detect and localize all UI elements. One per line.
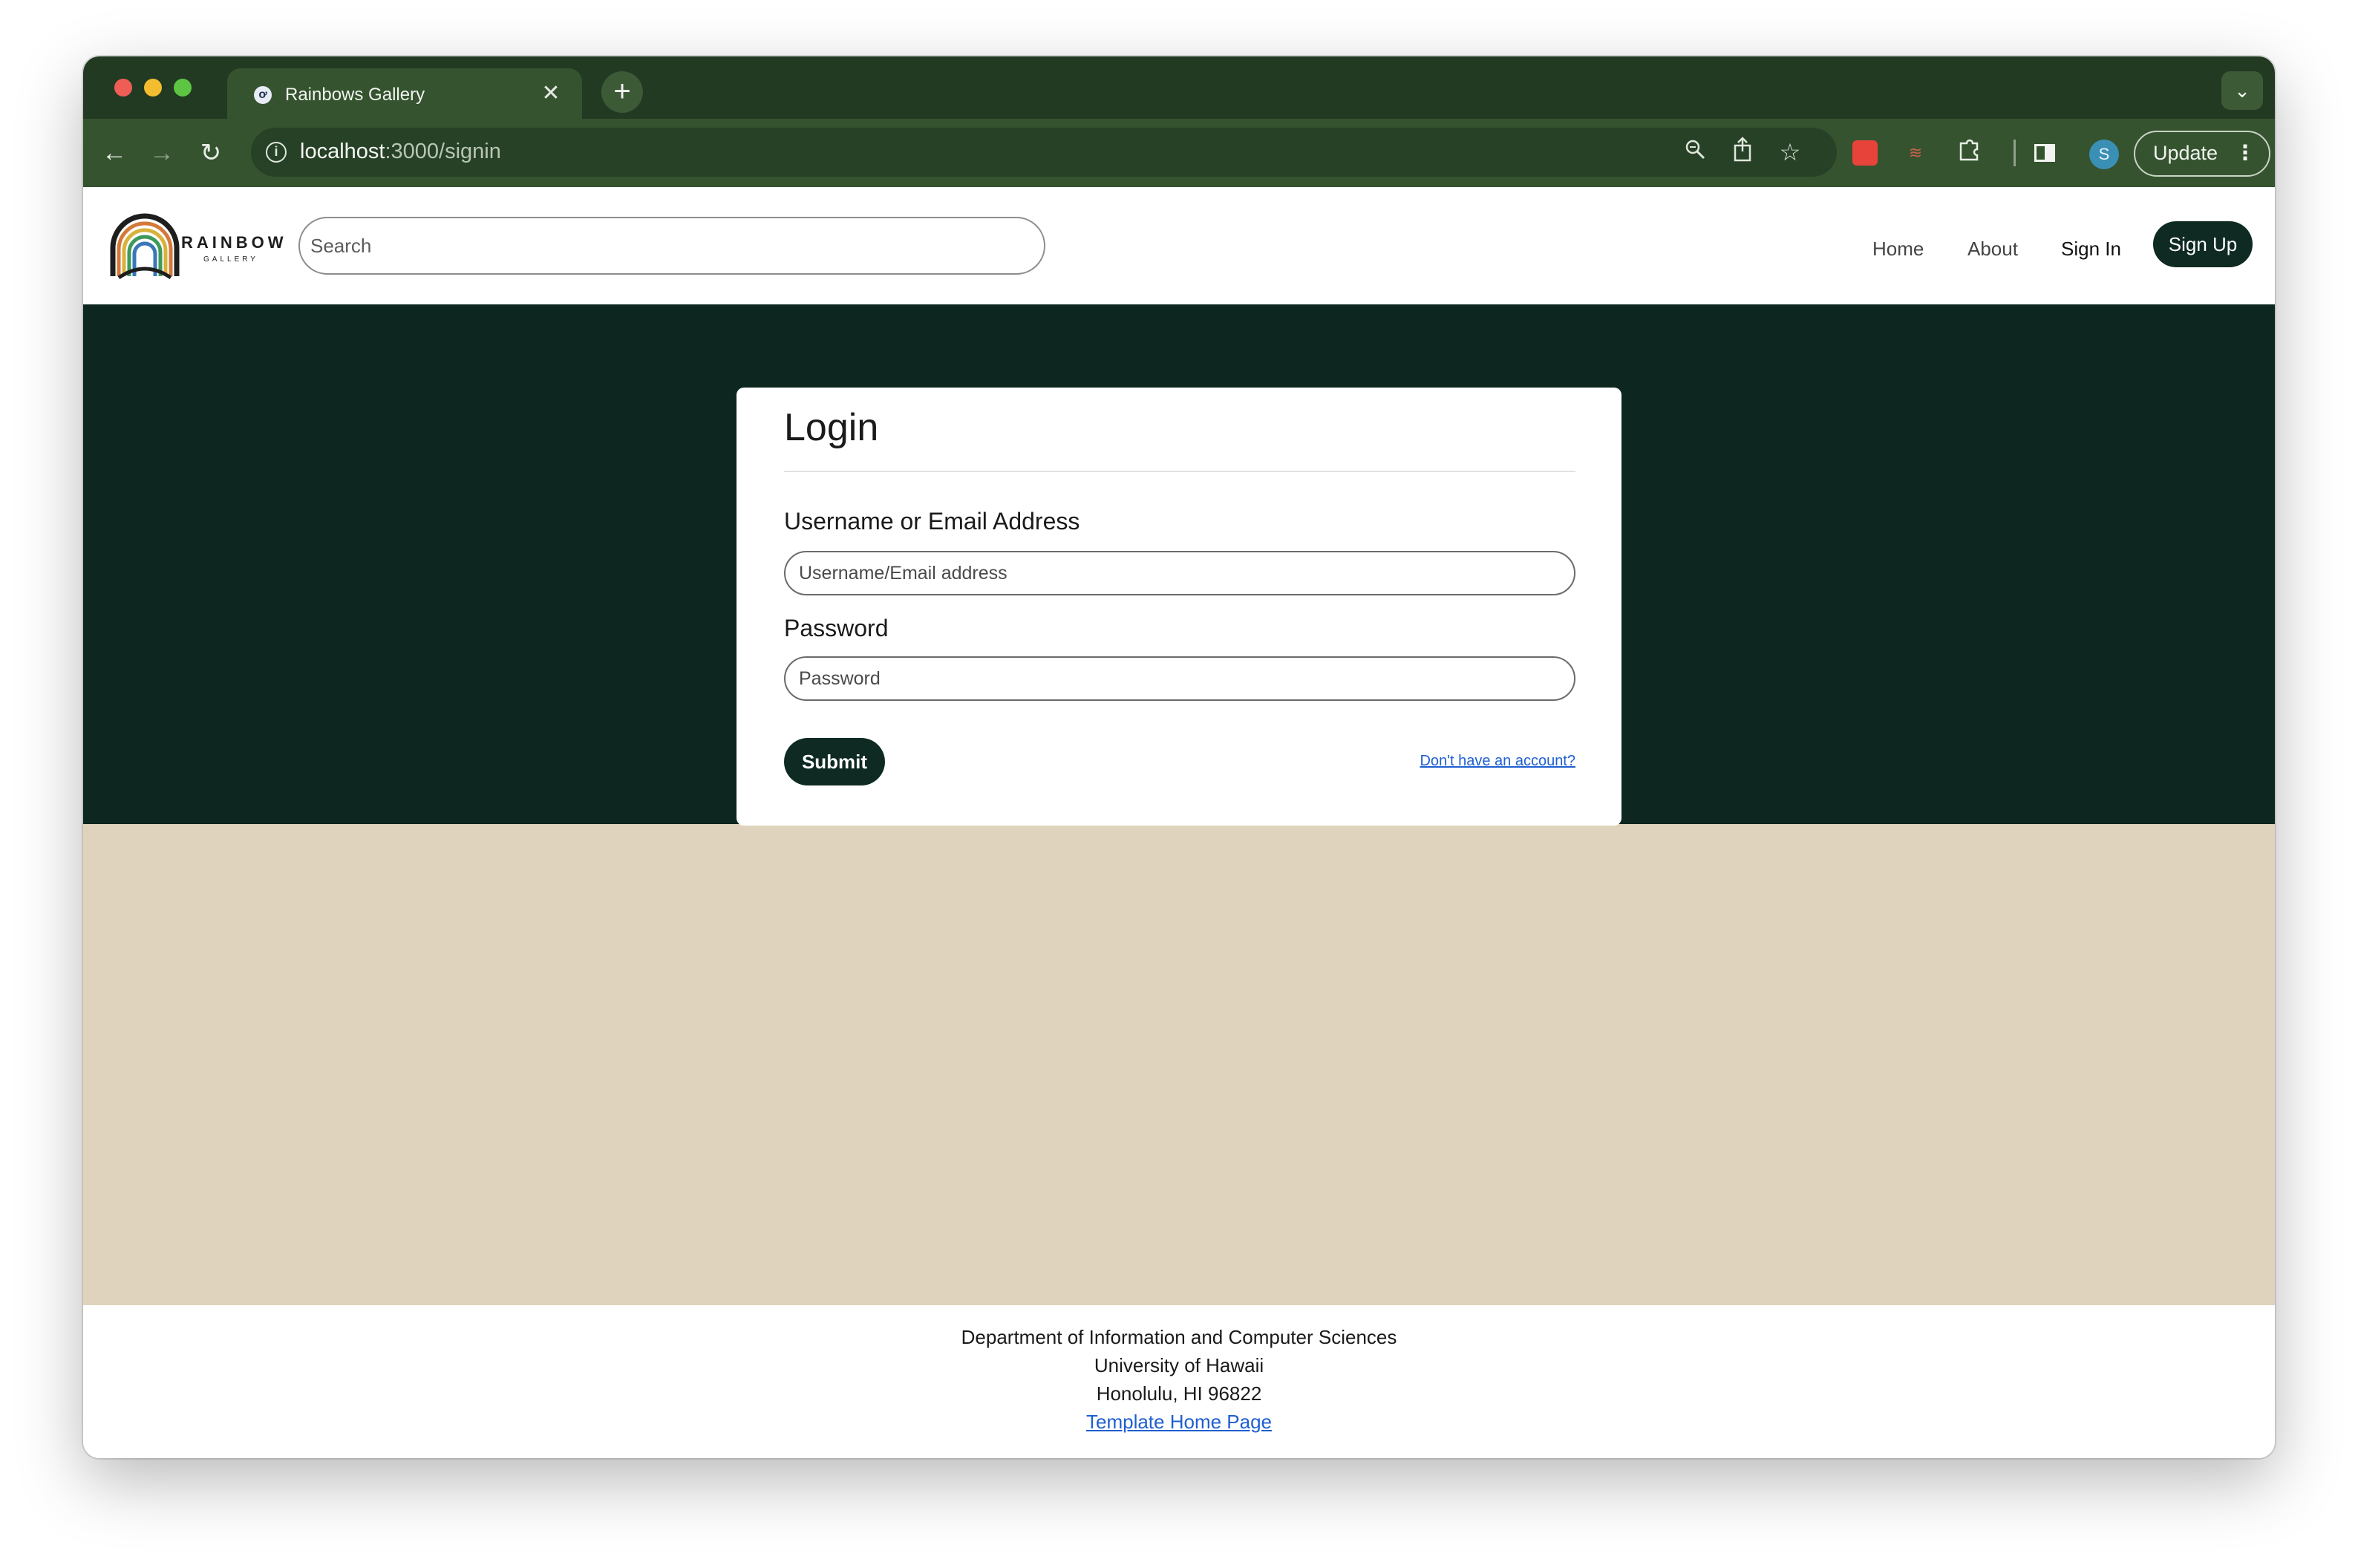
back-arrow-icon[interactable]: ← bbox=[97, 135, 132, 171]
star-icon[interactable]: ☆ bbox=[1774, 137, 1806, 168]
browser-toolbar: ← → ↻ i localhost:3000/signin ☆ ≋ S Upda… bbox=[83, 119, 2275, 187]
zoom-icon[interactable] bbox=[1679, 137, 1711, 168]
site-info-icon[interactable]: i bbox=[266, 142, 287, 163]
share-icon[interactable] bbox=[1727, 137, 1758, 168]
tab-close-icon[interactable]: ✕ bbox=[536, 79, 566, 108]
search-input[interactable] bbox=[298, 217, 1045, 275]
sign-up-button[interactable]: Sign Up bbox=[2153, 221, 2253, 267]
more-menu-icon[interactable]: ⋮ bbox=[2235, 132, 2256, 174]
browser-tab-active[interactable]: ơ Rainbows Gallery ✕ bbox=[227, 68, 582, 119]
footer-university: University of Hawaii bbox=[1094, 1354, 1264, 1376]
password-input[interactable] bbox=[784, 656, 1575, 701]
site-footer: Department of Information and Computer S… bbox=[83, 1305, 2275, 1458]
forward-arrow-icon[interactable]: → bbox=[144, 135, 180, 171]
tab-search-chevron-icon[interactable]: ⌄ bbox=[2221, 71, 2263, 110]
login-card: Login Username or Email Address Password… bbox=[737, 388, 1621, 826]
browser-window: ơ Rainbows Gallery ✕ + ⌄ ← → ↻ i localho… bbox=[83, 56, 2275, 1458]
nav-link-home[interactable]: Home bbox=[1872, 238, 1924, 261]
username-label: Username or Email Address bbox=[784, 508, 1080, 535]
update-label: Update bbox=[2153, 142, 2218, 164]
toolbar-divider bbox=[2014, 140, 2016, 166]
url-path: :3000/signin bbox=[385, 140, 501, 163]
reload-icon[interactable]: ↻ bbox=[193, 135, 229, 171]
tab-favicon-icon: ơ bbox=[254, 86, 272, 104]
submit-button[interactable]: Submit bbox=[784, 738, 885, 785]
footer-template-link: Template Home Page bbox=[83, 1411, 2275, 1434]
extension-red-icon[interactable] bbox=[1847, 135, 1883, 171]
update-button[interactable]: Update ⋮ bbox=[2134, 131, 2270, 177]
maximize-window-button[interactable] bbox=[174, 79, 192, 97]
extension-wave-icon[interactable]: ≋ bbox=[1898, 135, 1933, 171]
url-host: localhost bbox=[300, 140, 385, 163]
site-navbar: RAINBOW GALLERY Home About Sign In Sign … bbox=[83, 187, 2275, 304]
nav-link-sign-in[interactable]: Sign In bbox=[2061, 238, 2121, 261]
new-tab-button[interactable]: + bbox=[601, 71, 643, 113]
rainbow-gallery-logo[interactable]: RAINBOW GALLERY bbox=[108, 212, 287, 281]
title-bar: ơ Rainbows Gallery ✕ + ⌄ bbox=[83, 56, 2275, 119]
password-label: Password bbox=[784, 615, 889, 641]
footer-department: Department of Information and Computer S… bbox=[961, 1326, 1397, 1348]
address-bar[interactable]: i localhost:3000/signin ☆ bbox=[251, 128, 1837, 177]
close-window-button[interactable] bbox=[114, 79, 132, 97]
nav-link-about[interactable]: About bbox=[1967, 238, 2018, 261]
tab-title: Rainbows Gallery bbox=[285, 85, 425, 105]
content-background bbox=[83, 824, 2275, 1305]
logo-title: RAINBOW bbox=[181, 233, 287, 252]
profile-avatar[interactable]: S bbox=[2089, 140, 2119, 169]
login-title: Login bbox=[784, 406, 879, 449]
minimize-window-button[interactable] bbox=[144, 79, 162, 97]
template-home-link[interactable]: Template Home Page bbox=[1086, 1411, 1272, 1433]
username-input[interactable] bbox=[784, 551, 1575, 595]
url-text[interactable]: localhost:3000/signin bbox=[300, 140, 501, 164]
logo-subtitle: GALLERY bbox=[203, 255, 258, 264]
side-panel-icon[interactable] bbox=[2027, 135, 2063, 171]
signup-link[interactable]: Don't have an account? bbox=[1420, 753, 1575, 770]
puzzle-icon[interactable] bbox=[1951, 135, 1987, 171]
card-divider bbox=[784, 471, 1575, 472]
rainbow-logo-icon bbox=[110, 213, 180, 280]
footer-address: Honolulu, HI 96822 bbox=[1096, 1382, 1262, 1405]
